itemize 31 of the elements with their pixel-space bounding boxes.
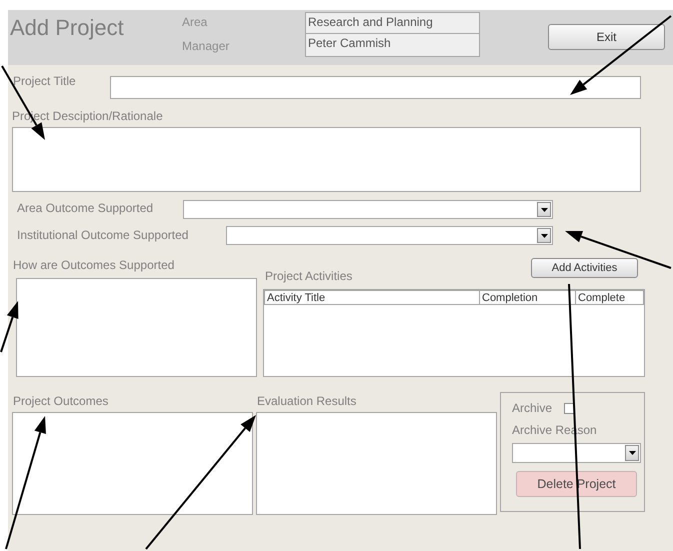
description-field[interactable]: [12, 127, 641, 192]
outcomes-supported-field[interactable]: [16, 278, 257, 377]
caret-icon: [540, 208, 548, 212]
archive-reason-dropdown[interactable]: [512, 443, 641, 463]
caret-icon: [628, 451, 636, 455]
form-title: Add Project: [10, 15, 125, 41]
field-label: Area Outcome Supported: [17, 201, 154, 215]
field-label: Project Outcomes: [13, 394, 110, 408]
project-outcomes-field[interactable]: [12, 412, 253, 515]
evaluation-results-field[interactable]: [256, 412, 497, 515]
field-label: Project Activities: [265, 269, 352, 283]
field-label: Archive: [512, 401, 552, 415]
field-label: Manager: [182, 38, 230, 55]
project-title-field[interactable]: [110, 76, 641, 99]
dropdown-button[interactable]: [537, 228, 551, 243]
field-label: Institutional Outcome Supported: [17, 228, 190, 242]
caret-icon: [540, 234, 548, 238]
column-header: Completion: [480, 290, 576, 304]
manager-field: Peter Cammish: [305, 34, 480, 57]
column-header: Activity Title: [264, 290, 480, 304]
exit-button[interactable]: Exit: [548, 24, 665, 50]
area-field: Research and Planning: [305, 12, 480, 34]
field-label: How are Outcomes Supported: [13, 258, 176, 272]
dropdown-button[interactable]: [625, 445, 639, 461]
annotation-arrow: [0, 301, 18, 352]
field-label: Area: [182, 14, 208, 31]
field-label: Evaluation Results: [257, 394, 358, 408]
add-activities-button[interactable]: Add Activities: [531, 258, 638, 278]
column-header: Complete: [576, 290, 644, 304]
field-label: Project Title: [13, 74, 77, 88]
dropdown-button[interactable]: [537, 202, 551, 217]
